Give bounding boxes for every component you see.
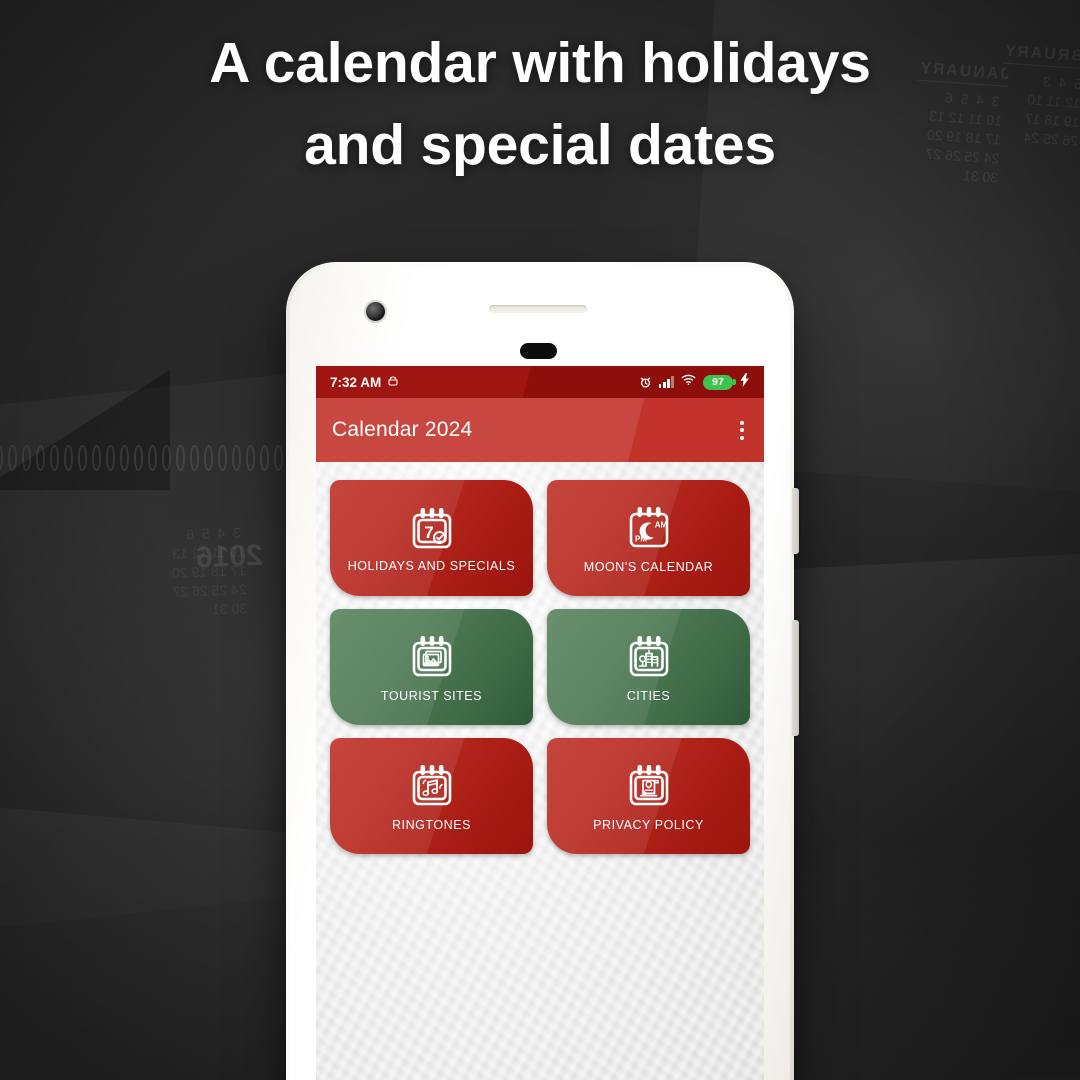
status-bar: 7:32 AM 97 [316, 366, 764, 398]
tile-privacy-policy[interactable]: PRIVACY POLICY [547, 738, 750, 854]
tile-label: PRIVACY POLICY [593, 817, 704, 832]
power-button[interactable] [792, 488, 799, 554]
phone-screen: 7:32 AM 97 Calendar 2024 7 HOLIDAYS AND … [316, 366, 764, 1080]
alarm-icon [639, 376, 652, 389]
app-bar: Calendar 2024 [316, 398, 764, 462]
tile-label: RINGTONES [391, 817, 472, 832]
page-title: Calendar 2024 [332, 418, 473, 441]
calendar-moon-ampm-icon: AM PM [623, 502, 675, 554]
wifi-icon [681, 373, 696, 391]
volume-button[interactable] [792, 620, 799, 736]
calendar-buildings-icon [623, 631, 675, 683]
status-bar-left: 7:32 AM [330, 375, 399, 390]
svg-text:AM: AM [654, 520, 667, 529]
battery-icon: 97 [703, 374, 736, 390]
tile-label: MOON'S CALENDAR [583, 559, 714, 574]
kebab-menu-icon[interactable] [736, 417, 748, 444]
svg-text:7: 7 [424, 523, 433, 542]
tile-holidays-and-specials[interactable]: 7 HOLIDAYS AND SPECIALS [330, 480, 533, 596]
tile-label: TOURIST SITES [380, 688, 483, 703]
headline-line-1: A calendar with holidays [209, 31, 871, 95]
tile-cities[interactable]: CITIES [547, 609, 750, 725]
android-head-icon [387, 375, 399, 390]
calendar-music-notes-icon [406, 760, 458, 812]
headline-line-2: and special dates [304, 113, 776, 178]
status-bar-right: 97 [639, 372, 750, 392]
battery-level: 97 [712, 376, 724, 388]
svg-text:PM: PM [635, 534, 647, 543]
tile-grid: 7 HOLIDAYS AND SPECIALS AM PM MOON'S CAL… [330, 480, 750, 854]
headline: A calendar with holidays and special dat… [0, 22, 1080, 186]
front-camera-icon [366, 302, 385, 321]
earpiece-speaker [489, 305, 587, 313]
tile-label: HOLIDAYS AND SPECIALS [347, 558, 516, 573]
tile-moons-calendar[interactable]: AM PM MOON'S CALENDAR [547, 480, 750, 596]
calendar-seven-check-icon: 7 [406, 503, 458, 555]
calendar-document-seal-icon [623, 760, 675, 812]
tile-tourist-sites[interactable]: TOURIST SITES [330, 609, 533, 725]
charging-bolt-icon [740, 372, 750, 392]
tile-ringtones[interactable]: RINGTONES [330, 738, 533, 854]
signal-bars-icon [658, 376, 674, 388]
phone-mockup: 7:32 AM 97 Calendar 2024 7 HOLIDAYS AND … [286, 262, 799, 1080]
sensor-pill [520, 343, 557, 359]
app-content: 7 HOLIDAYS AND SPECIALS AM PM MOON'S CAL… [316, 462, 764, 1080]
tile-label: CITIES [626, 688, 671, 703]
status-bar-time: 7:32 AM [330, 374, 382, 390]
calendar-photos-icon [406, 631, 458, 683]
